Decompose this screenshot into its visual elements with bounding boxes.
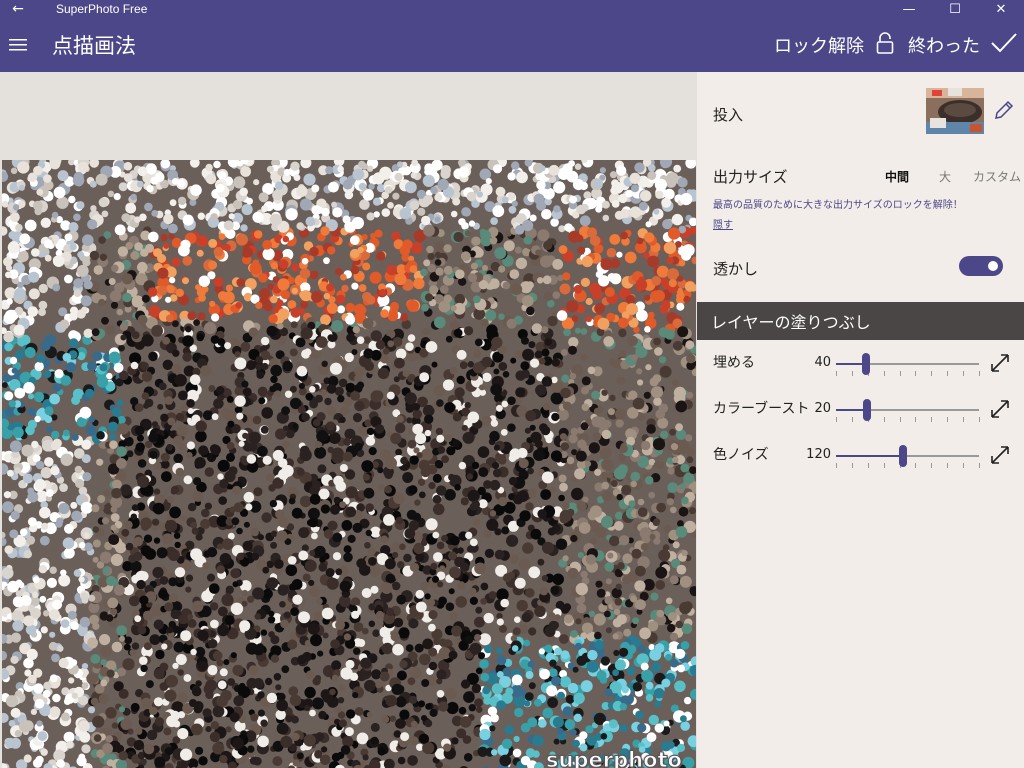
slider-tick <box>947 463 948 468</box>
slider-tick <box>931 463 932 468</box>
slider-tick <box>836 463 837 468</box>
slider-thumb[interactable] <box>863 399 872 421</box>
slider-tick <box>979 463 980 468</box>
slider-tick <box>915 371 916 376</box>
slider-label: 色ノイズ <box>713 447 769 463</box>
slider-tick <box>884 371 885 376</box>
title-bar: ← SuperPhoto Free — ☐ ✕ <box>0 0 1024 18</box>
unlock-button[interactable]: ロック解除 <box>774 18 894 72</box>
app-header: 点描画法 ロック解除 終わった <box>0 18 1024 72</box>
back-button[interactable]: ← <box>0 0 36 18</box>
size-option-medium[interactable]: 中間 <box>885 168 909 185</box>
image-canvas: superphoto <box>0 72 697 768</box>
hamburger-menu-icon[interactable] <box>0 18 36 72</box>
upsell-link[interactable]: 最高の品質のために大きな出力サイズのロックを解除！ <box>713 196 963 211</box>
settings-panel: 投入 出力サイズ 中間 大 カスタム 最高の品質のために大きな出力サイズのロック… <box>697 72 1024 768</box>
slider-tick <box>979 371 980 376</box>
input-thumbnail[interactable] <box>926 88 984 134</box>
done-label: 終わった <box>908 36 980 57</box>
pointillism-preview-image[interactable]: superphoto <box>2 160 696 768</box>
slider-tick <box>900 371 901 376</box>
watermark-row: 透かし <box>697 248 1024 288</box>
page-title: 点描画法 <box>52 34 136 58</box>
color-noise-slider-row: 色ノイズ 120 <box>697 436 1024 476</box>
slider-value: 20 <box>814 401 831 416</box>
slider-tick <box>931 417 932 422</box>
slider-tick <box>963 463 964 468</box>
color-noise-slider[interactable] <box>836 445 980 468</box>
watermark-label: 透かし <box>713 260 759 278</box>
color-boost-slider-row: カラーブースト 20 <box>697 390 1024 430</box>
slider-tick <box>868 463 869 468</box>
expand-arrow-icon[interactable] <box>989 352 1011 374</box>
slider-value: 120 <box>806 447 831 462</box>
slider-label: カラーブースト <box>713 401 810 417</box>
expand-arrow-icon[interactable] <box>989 398 1011 420</box>
slider-thumb[interactable] <box>899 445 908 467</box>
slider-tick <box>963 371 964 376</box>
slider-tick <box>915 417 916 422</box>
slider-tick <box>852 371 853 376</box>
minimize-button[interactable]: — <box>886 0 932 18</box>
slider-tick <box>931 371 932 376</box>
slider-tick <box>852 463 853 468</box>
checkmark-icon <box>990 31 1018 60</box>
output-size-label: 出力サイズ <box>713 168 788 186</box>
output-size-row: 出力サイズ 中間 大 カスタム 最高の品質のために大きな出力サイズのロックを解除… <box>697 156 1024 236</box>
watermark-toggle[interactable] <box>959 256 1003 276</box>
hide-link[interactable]: 隠す <box>713 216 733 231</box>
size-option-custom[interactable]: カスタム <box>973 168 1021 185</box>
done-button[interactable]: 終わった <box>908 18 1024 72</box>
app-window: ← SuperPhoto Free — ☐ ✕ 点描画法 ロック解除 終わった … <box>0 0 1024 768</box>
slider-tick <box>836 417 837 422</box>
window-controls: — ☐ ✕ <box>886 0 1024 18</box>
close-button[interactable]: ✕ <box>978 0 1024 18</box>
layer-fill-section-header: レイヤーの塗りつぶし <box>697 302 1024 340</box>
slider-tick <box>900 417 901 422</box>
slider-tick <box>963 417 964 422</box>
input-label: 投入 <box>713 106 744 124</box>
pencil-icon[interactable] <box>993 99 1015 121</box>
slider-tick <box>852 417 853 422</box>
input-row: 投入 <box>697 72 1024 152</box>
slider-fill <box>836 455 904 457</box>
fill-slider[interactable] <box>836 353 980 376</box>
slider-thumb[interactable] <box>862 353 871 375</box>
size-option-large[interactable]: 大 <box>939 168 951 185</box>
slider-value: 40 <box>814 355 831 370</box>
slider-tick <box>979 417 980 422</box>
section-title: レイヤーの塗りつぶし <box>711 313 871 332</box>
unlock-label: ロック解除 <box>774 36 864 57</box>
slider-tick <box>884 417 885 422</box>
slider-tick <box>947 371 948 376</box>
slider-tick <box>836 371 837 376</box>
padlock-icon <box>876 31 894 59</box>
fill-slider-row: 埋める 40 <box>697 344 1024 384</box>
slider-tick <box>884 463 885 468</box>
maximize-button[interactable]: ☐ <box>932 0 978 18</box>
color-boost-slider[interactable] <box>836 399 980 422</box>
slider-tick <box>947 417 948 422</box>
slider-label: 埋める <box>713 355 755 371</box>
toggle-knob <box>988 261 998 271</box>
appbar-actions: ロック解除 終わった <box>774 18 1024 72</box>
app-title: SuperPhoto Free <box>56 2 148 16</box>
expand-arrow-icon[interactable] <box>989 444 1011 466</box>
slider-tick <box>915 463 916 468</box>
superphoto-watermark: superphoto <box>546 748 683 768</box>
